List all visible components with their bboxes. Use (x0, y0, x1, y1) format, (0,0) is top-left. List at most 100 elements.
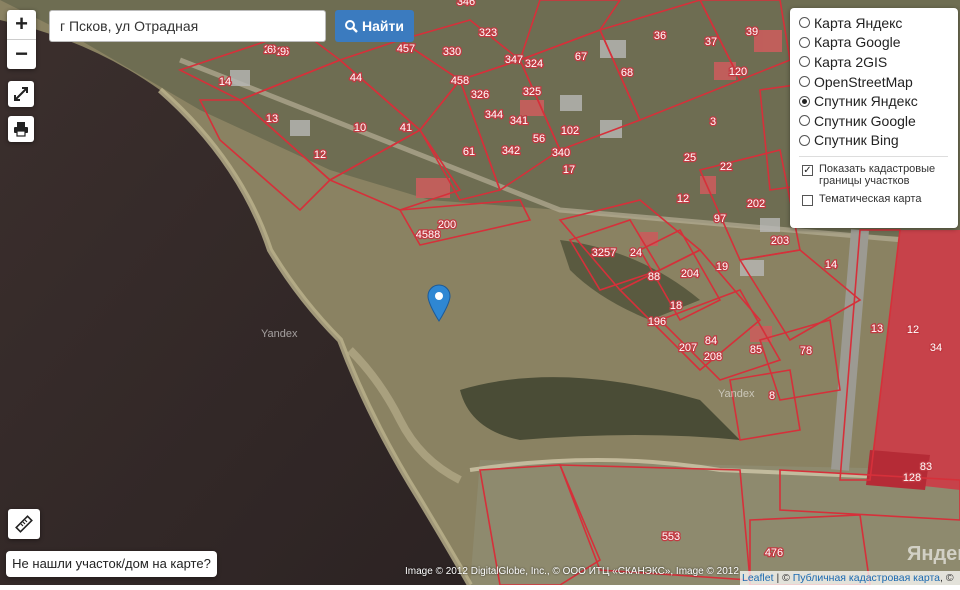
parcel-number-label[interactable]: 24 (629, 246, 644, 261)
layer-switcher: Карта Яндекс Карта Google Карта 2GIS OpenSt… (790, 8, 958, 228)
attribution-separator: | © (773, 572, 793, 584)
zoom-in-button[interactable]: + (7, 10, 36, 39)
parcel-number-label[interactable]: 14 (824, 258, 839, 273)
parcel-number-label[interactable]: 202 (746, 197, 767, 212)
parcel-number-label[interactable]: 85 (749, 343, 764, 358)
parcel-number-label[interactable]: 3 (709, 115, 718, 130)
parcel-number-label[interactable]: 200 (437, 218, 458, 233)
parcel-number-label[interactable]: 12 (313, 148, 328, 163)
parcel-number-label[interactable]: 325 (522, 85, 543, 100)
parcel-number-label[interactable]: 207 (678, 341, 699, 356)
yandex-watermark: Yandex (261, 328, 298, 340)
parcel-number-label[interactable]: 120 (728, 65, 749, 80)
parcel-number-label[interactable]: 39 (745, 25, 760, 40)
address-search-input[interactable]: г Псков, ул Отрадная (49, 10, 326, 42)
parcel-number-label[interactable]: 19 (715, 260, 730, 275)
parcel-number-label[interactable]: 12 (676, 192, 691, 207)
layer-option[interactable]: OpenStreetMap (799, 72, 958, 92)
imagery-credit: Image © 2012 DigitalGlobe, Inc., © ООО И… (405, 566, 739, 577)
printer-icon (14, 122, 28, 137)
layer-option-label: Спутник Google (814, 112, 916, 129)
parcel-number-label[interactable]: 330 (442, 45, 463, 60)
search-icon (345, 19, 358, 33)
parcel-number-label[interactable]: 323 (478, 26, 499, 41)
layer-option-label: Карта 2GIS (814, 53, 888, 70)
parcel-number-label[interactable]: 341 (509, 114, 530, 129)
parcel-number-label[interactable]: 553 (661, 530, 682, 545)
parcel-number-label[interactable]: 56 (532, 132, 547, 147)
layer-option[interactable]: Карта Яндекс (799, 13, 958, 33)
parcel-number-label[interactable]: 61 (462, 145, 477, 160)
leaflet-link[interactable]: Leaflet (742, 572, 774, 584)
parcel-number-label[interactable]: 9 (279, 45, 288, 60)
parcel-number-label[interactable]: 14 (218, 75, 233, 90)
radio-icon (799, 134, 810, 146)
parcel-number-label[interactable]: 67 (574, 50, 589, 65)
find-button[interactable]: Найти (335, 10, 414, 42)
fullscreen-icon (14, 87, 28, 101)
attribution-bar: Leaflet | © Публичная кадастровая карта,… (740, 571, 960, 585)
parcel-number-label[interactable]: 17 (562, 163, 577, 178)
parcel-number-label[interactable]: 458 (450, 74, 471, 89)
parcel-number-label[interactable]: 78 (799, 344, 814, 359)
layer-option[interactable]: Карта Google (799, 33, 958, 53)
parcel-number-label[interactable]: 340 (551, 146, 572, 161)
measure-button[interactable] (8, 509, 40, 539)
layer-option[interactable]: Спутник Bing (799, 131, 958, 151)
parcel-number-label[interactable]: 10 (353, 121, 368, 136)
parcel-number-label[interactable]: 344 (484, 108, 505, 123)
ruler-icon (15, 515, 33, 533)
layer-option[interactable]: Спутник Google (799, 111, 958, 131)
layer-option-label: Спутник Яндекс (814, 93, 918, 110)
layer-option[interactable]: Карта 2GIS (799, 52, 958, 72)
parcel-number-label[interactable]: 102 (560, 124, 581, 139)
cadastral-map-link[interactable]: Публичная кадастровая карта (793, 572, 940, 584)
parcel-number-label[interactable]: 324 (524, 57, 545, 72)
fullscreen-button[interactable] (8, 81, 34, 107)
parcel-number-label[interactable]: 4588 (414, 228, 441, 243)
parcel-number-label[interactable]: 476 (764, 546, 785, 561)
layer-option-label: Карта Google (814, 34, 901, 51)
print-button[interactable] (8, 116, 34, 142)
parcel-number-label[interactable]: 326 (470, 88, 491, 103)
yandex-watermark-2: Yandex (718, 388, 755, 400)
parcel-number-label[interactable]: 41 (399, 121, 414, 136)
parcel-number-label[interactable]: 128 (902, 471, 923, 486)
parcel-number-label[interactable]: 22 (719, 160, 734, 175)
parcel-number-label[interactable]: 457 (396, 42, 417, 57)
parcel-number-label[interactable]: 83 (919, 460, 934, 475)
parcel-number-label[interactable]: 6 (266, 43, 275, 58)
parcel-number-label[interactable]: 88 (647, 270, 662, 285)
parcel-number-label[interactable]: 84 (704, 334, 719, 349)
parcel-number-label[interactable]: 13 (870, 322, 885, 337)
layer-option[interactable]: Спутник Яндекс (799, 91, 958, 111)
parcel-number-label[interactable]: 68 (620, 66, 635, 81)
parcel-number-label[interactable]: 3257 (590, 246, 617, 261)
radio-icon (799, 115, 810, 127)
thematic-map-checkbox[interactable]: Тематическая карта (799, 193, 958, 207)
cadastral-borders-checkbox[interactable]: ✓ Показать кадастровые границы участков (799, 163, 958, 187)
parcel-number-label[interactable]: 97 (713, 212, 728, 227)
parcel-number-label[interactable]: 342 (501, 144, 522, 159)
parcel-number-label[interactable]: 36 (653, 29, 668, 44)
parcel-number-label[interactable]: 12 (906, 323, 921, 338)
parcel-number-label[interactable]: 37 (704, 35, 719, 50)
thematic-map-label: Тематическая карта (819, 193, 922, 206)
parcel-number-label[interactable]: 208 (703, 350, 724, 365)
parcel-number-label[interactable]: 204 (680, 267, 701, 282)
parcel-number-label[interactable]: 25 (683, 151, 698, 166)
parcel-number-label[interactable]: 34 (929, 341, 944, 356)
location-marker-icon[interactable] (427, 284, 451, 322)
parcel-number-label[interactable]: 347 (504, 53, 525, 68)
cadastral-borders-label: Показать кадастровые границы участков (819, 163, 936, 188)
parcel-number-label[interactable]: 346 (456, 0, 477, 9)
radio-icon (799, 36, 810, 48)
parcel-number-label[interactable]: 44 (349, 71, 364, 86)
not-found-button[interactable]: Не нашли участок/дом на карте? (6, 551, 217, 577)
parcel-number-label[interactable]: 196 (647, 315, 668, 330)
parcel-number-label[interactable]: 203 (770, 234, 791, 249)
zoom-out-button[interactable]: − (7, 39, 36, 69)
parcel-number-label[interactable]: 18 (669, 299, 684, 314)
parcel-number-label[interactable]: 13 (265, 112, 280, 127)
parcel-number-label[interactable]: 8 (768, 389, 777, 404)
